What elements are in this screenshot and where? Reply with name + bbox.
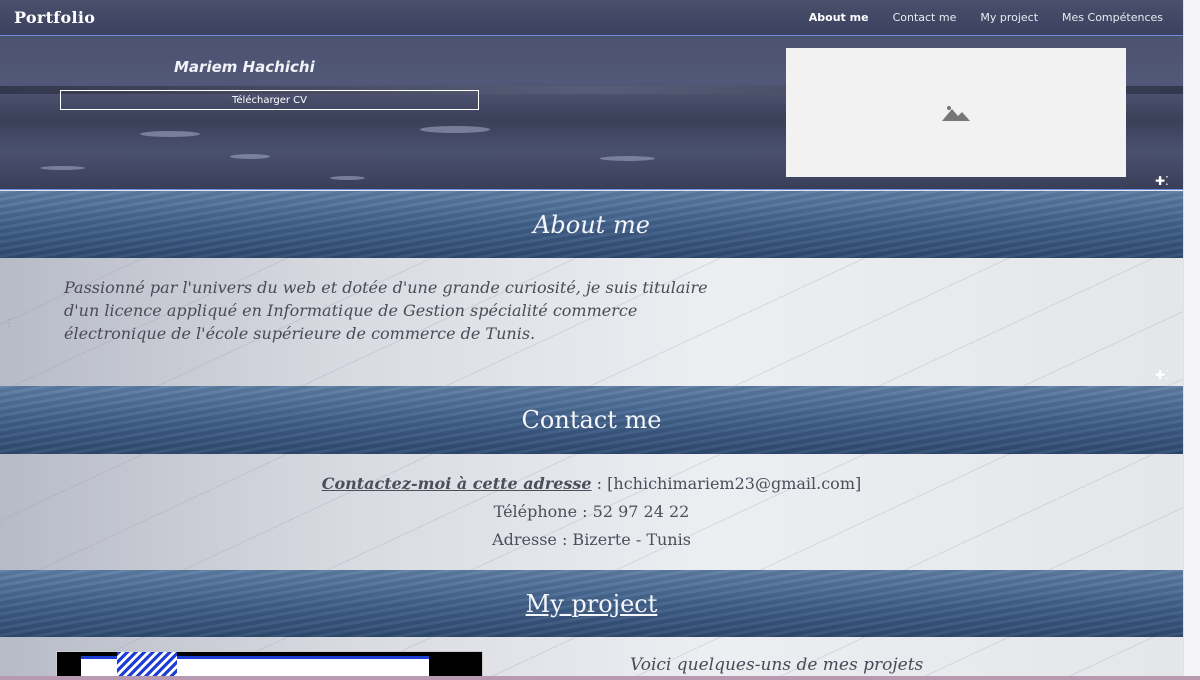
about-header: About me [0, 191, 1183, 258]
navbar: Portfolio About me Contact me My project… [0, 0, 1183, 35]
page-scrollbar[interactable] [1183, 0, 1200, 680]
project-panel: Voici quelques-uns de mes projets [0, 637, 1183, 676]
hero-decoration [140, 131, 200, 137]
bottom-border [0, 676, 1200, 680]
nav-links: About me Contact me My project Mes Compé… [809, 11, 1169, 24]
contact-email-link[interactable]: Contactez-moi à cette adresse [322, 474, 592, 493]
about-title: About me [533, 210, 650, 239]
contact-email: : [hchichimariem23@gmail.com] [591, 474, 862, 493]
nav-link-project[interactable]: My project [980, 11, 1038, 24]
contact-details: Contactez-moi à cette adresse : [hchichi… [0, 470, 1183, 554]
hero-decoration [420, 126, 490, 133]
brand-logo[interactable]: Portfolio [14, 8, 95, 27]
settings-icon[interactable]: ✚⁚ [1155, 174, 1169, 188]
contact-header: Contact me [0, 386, 1183, 454]
contact-title: Contact me [521, 406, 662, 434]
contact-panel: Contactez-moi à cette adresse : [hchichi… [0, 454, 1183, 570]
project-header: My project [0, 570, 1183, 637]
hero-name: Mariem Hachichi [174, 58, 315, 76]
project-thumbnail[interactable] [56, 651, 483, 676]
nav-link-about[interactable]: About me [809, 11, 869, 24]
project-intro: Voici quelques-uns de mes projets [630, 655, 924, 675]
project-thumbnail-decoration [117, 652, 177, 676]
hero-decoration [600, 156, 655, 161]
about-text: Passionné par l'univers du web et dotée … [64, 278, 708, 343]
hero-section: Mariem Hachichi Télécharger CV ✚⁚ [0, 35, 1183, 190]
contact-address: Adresse : Bizerte - Tunis [492, 530, 691, 549]
image-placeholder-icon [942, 105, 970, 121]
about-panel: Passionné par l'univers du web et dotée … [0, 258, 1183, 386]
nav-link-skills[interactable]: Mes Compétences [1062, 11, 1163, 24]
profile-image-placeholder[interactable] [786, 48, 1126, 177]
settings-icon[interactable]: ✚⁚ [1155, 368, 1169, 382]
hero-decoration [330, 176, 365, 180]
contact-phone: Téléphone : 52 97 24 22 [493, 502, 690, 521]
hero-decoration [230, 154, 270, 159]
nav-link-contact[interactable]: Contact me [893, 11, 957, 24]
drag-handle-icon[interactable]: ⋮ [4, 318, 14, 329]
contact-email-line: Contactez-moi à cette adresse : [hchichi… [0, 470, 1183, 498]
project-title[interactable]: My project [526, 590, 658, 618]
hero-decoration [40, 166, 85, 170]
download-cv-button[interactable]: Télécharger CV [60, 90, 479, 110]
